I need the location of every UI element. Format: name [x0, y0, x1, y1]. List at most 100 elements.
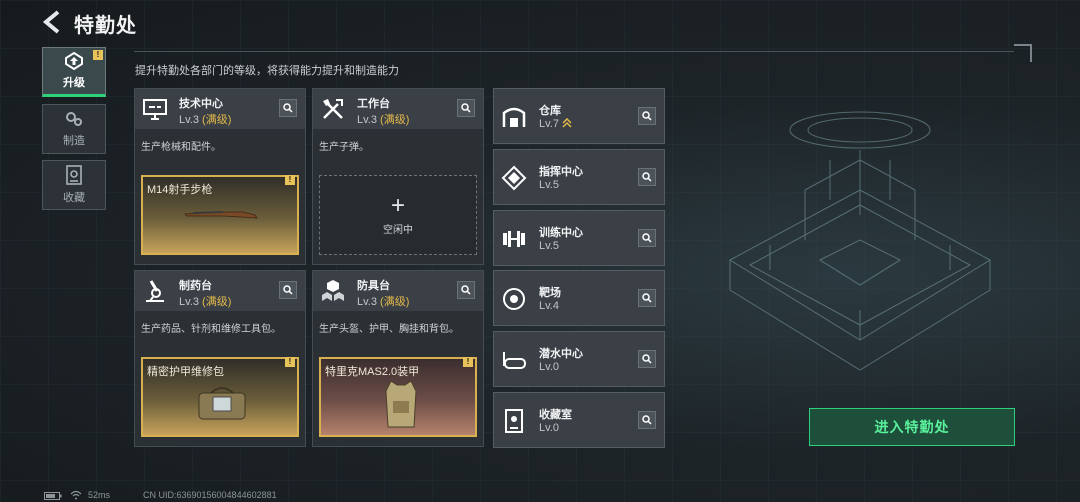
dumbbell-icon	[503, 231, 525, 247]
search-button[interactable]	[638, 350, 656, 368]
card-description: 生产子弹。	[319, 142, 369, 153]
nav-upgrade-badge: !	[93, 50, 103, 60]
search-icon	[461, 285, 471, 295]
slot-badge: !	[285, 175, 295, 185]
upgrade-chevron-icon	[562, 117, 572, 128]
slot-item-name: 精密护甲维修包	[147, 366, 224, 378]
nav-craft-label: 制造	[63, 135, 85, 147]
workshop-card-workbench[interactable]: 工作台 Lv.3 (满级) 生产子弹。 + 空闲中	[312, 88, 484, 265]
search-button[interactable]	[457, 99, 475, 117]
facility-warehouse[interactable]: 仓库 Lv.7	[493, 88, 665, 144]
diving-mask-icon	[503, 352, 526, 369]
page-subtitle: 提升特勤处各部门的等级，将获得能力提升和制造能力	[135, 65, 399, 77]
slot-item-name: M14射手步枪	[147, 184, 213, 196]
facility-diving-center[interactable]: 潜水中心 Lv.0	[493, 331, 665, 387]
warehouse-icon	[502, 107, 526, 127]
search-button[interactable]	[638, 168, 656, 186]
body-armor-icon	[385, 380, 417, 428]
command-center-icon	[501, 165, 527, 191]
microscope-icon	[146, 280, 164, 302]
base-structure-illustration	[728, 111, 992, 371]
slot-badge: !	[463, 357, 473, 367]
facility-command-center[interactable]: 指挥中心 Lv.5	[493, 149, 665, 205]
facility-collection-room[interactable]: 收藏室 Lv.0	[493, 392, 665, 448]
header-divider	[134, 51, 1014, 52]
enter-base-button[interactable]: 进入特勤处	[809, 408, 1015, 446]
card-name: 技术中心	[179, 98, 223, 110]
nav-collection-label: 收藏	[63, 192, 85, 204]
search-icon	[642, 354, 652, 364]
cubes-icon	[322, 280, 344, 301]
search-button[interactable]	[638, 107, 656, 125]
card-description: 生产头盔、护甲、胸挂和背包。	[319, 324, 459, 335]
search-icon	[642, 415, 652, 425]
card-level: Lv.3 (满级)	[357, 114, 410, 126]
search-button[interactable]	[279, 281, 297, 299]
slot-badge: !	[285, 357, 295, 367]
idle-slot[interactable]: + 空闲中	[319, 175, 477, 255]
facility-name: 靶场	[539, 287, 561, 299]
facility-level: Lv.0	[539, 422, 559, 434]
search-button[interactable]	[457, 281, 475, 299]
search-icon	[461, 103, 471, 113]
production-slot[interactable]: 特里克MAS2.0装甲 !	[319, 357, 477, 437]
gears-icon	[66, 112, 82, 126]
upgrade-icon	[65, 52, 83, 70]
back-arrow-icon[interactable]	[42, 10, 64, 34]
card-header: 技术中心 Lv.3 (满级)	[135, 89, 305, 129]
search-button[interactable]	[638, 229, 656, 247]
nav-craft[interactable]: 制造	[42, 104, 106, 154]
card-header: 制药台 Lv.3 (满级)	[135, 271, 305, 311]
header-corner-decoration	[1014, 44, 1032, 62]
ping-readout: 52ms	[88, 490, 111, 500]
facility-name: 训练中心	[539, 227, 583, 239]
search-button[interactable]	[638, 411, 656, 429]
facility-level: Lv.0	[539, 361, 559, 373]
facility-name: 潜水中心	[539, 348, 583, 360]
card-description: 生产药品、针剂和维修工具包。	[141, 324, 281, 335]
workshop-card-tech-center[interactable]: 技术中心 Lv.3 (满级) 生产枪械和配件。 M14射手步枪 !	[134, 88, 306, 265]
search-icon	[283, 103, 293, 113]
search-icon	[642, 111, 652, 121]
production-slot[interactable]: M14射手步枪 !	[141, 175, 299, 255]
computer-icon	[143, 99, 167, 120]
rifle-icon	[184, 211, 258, 219]
collection-room-icon	[505, 409, 523, 433]
search-icon	[642, 172, 652, 182]
plus-icon: +	[390, 191, 405, 219]
facility-training-center[interactable]: 训练中心 Lv.5	[493, 210, 665, 266]
workshop-card-pharmacy[interactable]: 制药台 Lv.3 (满级) 生产药品、针剂和维修工具包。 精密护甲维修包 !	[134, 270, 306, 447]
card-name: 制药台	[179, 280, 212, 292]
facility-name: 收藏室	[539, 409, 572, 421]
facility-name: 指挥中心	[539, 166, 583, 178]
search-icon	[642, 233, 652, 243]
search-button[interactable]	[638, 289, 656, 307]
battery-icon	[44, 492, 62, 500]
card-level: Lv.3 (满级)	[357, 296, 410, 308]
card-description: 生产枪械和配件。	[141, 142, 221, 153]
card-header: 工作台 Lv.3 (满级)	[313, 89, 483, 129]
card-level: Lv.3 (满级)	[179, 114, 232, 126]
search-button[interactable]	[279, 99, 297, 117]
collection-icon	[66, 165, 82, 185]
search-icon	[283, 285, 293, 295]
nav-upgrade-label: 升级	[63, 77, 85, 89]
production-slot[interactable]: 精密护甲维修包 !	[141, 357, 299, 437]
target-icon	[503, 288, 525, 310]
idle-label: 空闲中	[383, 224, 413, 236]
workshop-card-armor[interactable]: 防具台 Lv.3 (满级) 生产头盔、护甲、胸挂和背包。 特里克MAS2.0装甲…	[312, 270, 484, 447]
player-uid: CN UID:6369015600484460288​1	[143, 490, 277, 500]
nav-upgrade[interactable]: ! 升级	[42, 47, 106, 97]
facility-level: Lv.7	[539, 117, 572, 130]
facility-level: Lv.5	[539, 179, 559, 191]
card-header: 防具台 Lv.3 (满级)	[313, 271, 483, 311]
repair-kit-icon	[198, 387, 246, 420]
tools-icon	[323, 99, 343, 119]
card-name: 防具台	[357, 280, 390, 292]
card-level: Lv.3 (满级)	[179, 296, 232, 308]
facility-level: Lv.4	[539, 300, 559, 312]
nav-collection[interactable]: 收藏	[42, 160, 106, 210]
page-title: 特勤处	[74, 15, 137, 37]
card-name: 工作台	[357, 98, 390, 110]
facility-shooting-range[interactable]: 靶场 Lv.4	[493, 270, 665, 326]
